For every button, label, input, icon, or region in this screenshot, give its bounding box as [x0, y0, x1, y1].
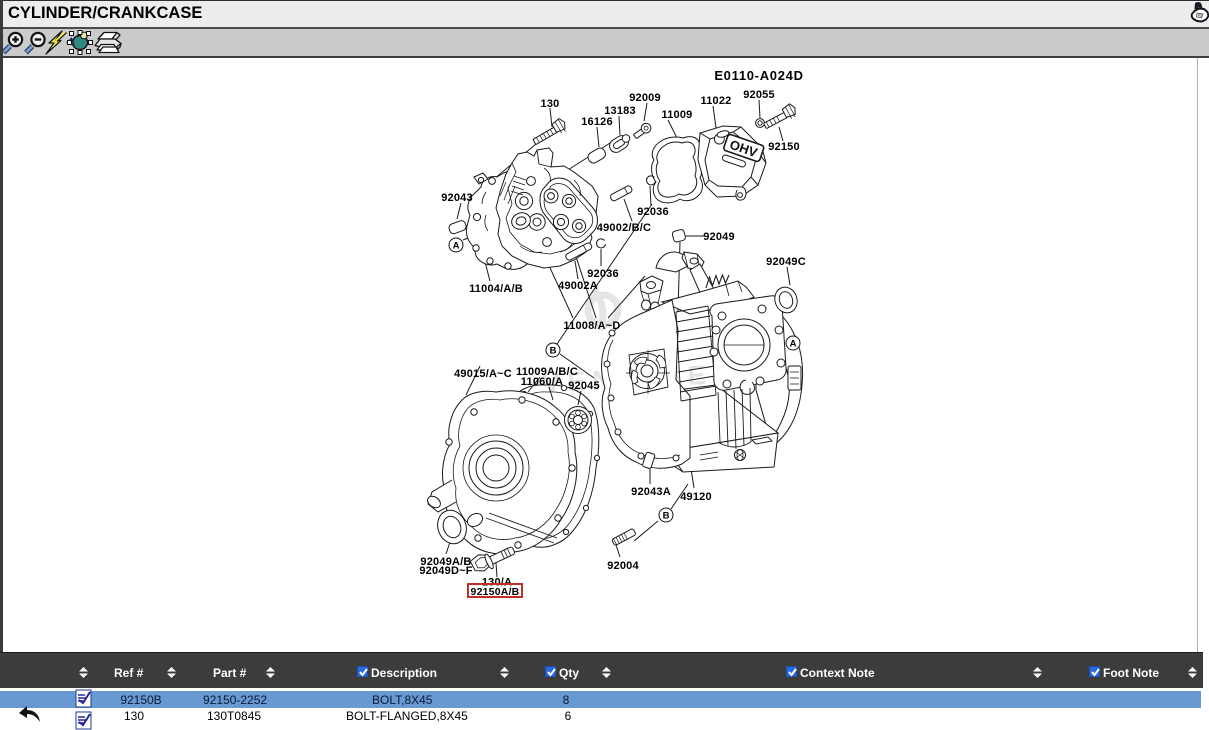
svg-text:11022: 11022 [701, 95, 732, 107]
svg-text:E0110-A024D: E0110-A024D [714, 68, 803, 83]
svg-text:92045: 92045 [568, 380, 600, 392]
svg-text:11009: 11009 [662, 109, 693, 121]
svg-text:92043A: 92043A [631, 486, 671, 498]
svg-text:92049C: 92049C [766, 256, 806, 268]
svg-text:92049: 92049 [703, 231, 735, 243]
svg-text:92049D~F: 92049D~F [419, 565, 472, 577]
svg-text:A: A [790, 339, 797, 350]
svg-text:49015/A~C: 49015/A~C [454, 368, 512, 380]
svg-text:11008/A~D: 11008/A~D [563, 320, 620, 332]
svg-text:A: A [453, 241, 460, 252]
svg-text:49002A: 49002A [558, 280, 598, 292]
svg-text:92036: 92036 [637, 206, 669, 218]
svg-text:11004/A/B: 11004/A/B [469, 283, 523, 295]
svg-text:16126: 16126 [581, 116, 613, 128]
svg-text:92004: 92004 [607, 560, 639, 572]
svg-text:92055: 92055 [743, 89, 775, 101]
svg-text:13183: 13183 [604, 105, 636, 117]
svg-text:92150: 92150 [768, 141, 800, 153]
svg-text:92043: 92043 [441, 192, 473, 204]
svg-text:49002/B/C: 49002/B/C [597, 222, 651, 234]
svg-text:B: B [663, 511, 670, 522]
svg-text:11060/A: 11060/A [521, 376, 563, 388]
svg-text:49120: 49120 [680, 491, 712, 503]
svg-text:92150A/B: 92150A/B [471, 586, 520, 598]
svg-text:92009: 92009 [629, 92, 661, 104]
svg-text:B: B [550, 346, 557, 357]
svg-text:130: 130 [541, 98, 560, 110]
svg-text:92036: 92036 [587, 268, 619, 280]
